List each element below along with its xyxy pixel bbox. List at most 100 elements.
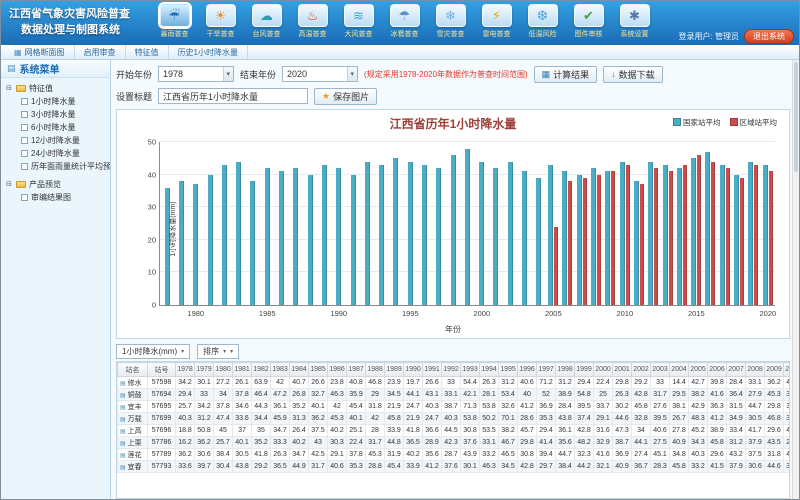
table-row-上栗[interactable]: ▤上栗5778616.236.225.740.135.233.340.24330… (118, 437, 791, 449)
module-图件审核[interactable]: ✔图件审核 (567, 4, 610, 39)
国家站平均-bar-1990 (336, 168, 341, 305)
value-cell: 36.5 (404, 437, 423, 449)
tree-item-3小时降水量[interactable]: 3小时降水量 (6, 108, 110, 121)
module-高温普查[interactable]: ♨高温普查 (291, 4, 334, 39)
checkbox[interactable] (21, 150, 28, 157)
value-cell: 29.1 (328, 449, 347, 461)
value-cell: 37.5 (746, 449, 765, 461)
value-cell: 36.9 (613, 449, 632, 461)
tab-bar: ▦网格断面图启用审查特征值历史1小时降水量 (1, 45, 799, 60)
checkbox[interactable] (21, 98, 28, 105)
table-row-铜鼓[interactable]: ▤铜鼓5769429.4333437.846.447.226.832.746.3… (118, 389, 791, 401)
tree-item-label: 12小时降水量 (31, 135, 80, 146)
value-cell: 47.4 (214, 413, 233, 425)
checkbox[interactable] (21, 163, 28, 170)
value-cell: 38.9 (556, 389, 575, 401)
tree-item-6小时降水量[interactable]: 6小时降水量 (6, 121, 110, 134)
value-cell: 33.2 (689, 461, 708, 473)
calc-result-button[interactable]: ▦ 计算结果 (534, 66, 598, 83)
station-name: ▤宜丰 (118, 401, 148, 413)
国家站平均-bar-2017 (720, 165, 725, 305)
table-row-莲花[interactable]: ▤莲花5778936.230.638.430.541.826.334.742.5… (118, 449, 791, 461)
module-干旱普查[interactable]: ☀干旱普查 (199, 4, 242, 39)
station-name: ▤宜春 (118, 461, 148, 473)
tab-启用审查[interactable]: 启用审查 (75, 45, 126, 59)
tree-folder-特征值[interactable]: ⊟特征值 (6, 81, 110, 95)
bar-group-2014 (675, 142, 689, 305)
title-controls-row: 设置标题 ★ 保存图片 (116, 85, 790, 107)
menu-icon: ▤ (7, 63, 16, 74)
国家站平均-bar-1989 (322, 165, 327, 305)
value-cell: 33 (442, 377, 461, 389)
table-row-宜丰[interactable]: ▤宜丰5769525.734.237.834.644.336.135.240.1… (118, 401, 791, 413)
value-cell: 29.8 (765, 401, 784, 413)
module-低温风险[interactable]: ❆低温风险 (521, 4, 564, 39)
legend-swatch (673, 118, 681, 126)
expand-icon[interactable]: ⊟ (6, 180, 13, 188)
col-year-1978: 1978 (176, 363, 195, 377)
scrollbar-thumb[interactable] (794, 62, 798, 172)
table-row-修水[interactable]: ▤修水5759834.230.127.226.163.94240.726.623… (118, 377, 791, 389)
expand-icon[interactable]: ⊟ (6, 84, 13, 92)
value-cell: 42 (366, 413, 385, 425)
tab-历史1小时降水量[interactable]: 历史1小时降水量 (169, 45, 248, 59)
checkbox[interactable] (21, 137, 28, 144)
国家站平均-bar-1997 (436, 168, 441, 305)
module-冰雹普查[interactable]: ☂冰雹普查 (383, 4, 426, 39)
checkbox[interactable] (21, 194, 28, 201)
bar-group-2009 (603, 142, 617, 305)
table-row-宜春[interactable]: ▤宜春5779333.639.730.443.829.236.544.931.7… (118, 461, 791, 473)
bar-group-1980 (189, 142, 203, 305)
value-cell: 30.1 (195, 377, 214, 389)
tree-item-label: 审编结果图 (31, 192, 71, 203)
module-暴雨普查[interactable]: ☔暴雨普查 (153, 4, 196, 39)
tab-label: 历史1小时降水量 (178, 47, 238, 58)
value-type-select[interactable]: 1小时降水(mm) ▾ (116, 344, 190, 359)
tab-特征值[interactable]: 特征值 (126, 45, 169, 59)
bar-group-1991 (346, 142, 360, 305)
sort-select[interactable]: 排序 ▾ ▾ (197, 344, 239, 359)
bar-group-1987 (289, 142, 303, 305)
save-image-button[interactable]: ★ 保存图片 (314, 88, 377, 105)
sort-label: 排序 (203, 346, 219, 357)
table-row-上高[interactable]: ▤上高5769618.850.845373534.726.437.540.225… (118, 425, 791, 437)
tree-item-24小时降水量[interactable]: 24小时降水量 (6, 147, 110, 160)
value-cell: 29.5 (670, 389, 689, 401)
checkbox[interactable] (21, 111, 28, 118)
value-cell: 41.2 (423, 461, 442, 473)
checkbox[interactable] (21, 124, 28, 131)
value-cell: 34.5 (499, 461, 518, 473)
value-cell: 40.2 (328, 425, 347, 437)
tree-item-1小时降水量[interactable]: 1小时降水量 (6, 95, 110, 108)
station-data-table-wrap[interactable]: 站名站号197819791980198119821983198419851986… (116, 361, 790, 499)
value-cell: 40.1 (347, 413, 366, 425)
tree-item-历年面雨量统计平均预览[interactable]: 历年面雨量统计平均预览 (6, 160, 110, 173)
logout-button[interactable]: 退出系统 (744, 29, 794, 44)
vertical-scrollbar[interactable] (792, 60, 799, 499)
value-cell: 31.2 (499, 377, 518, 389)
data-download-button[interactable]: ↓ 数据下载 (603, 66, 663, 83)
station-name: ▤上栗 (118, 437, 148, 449)
module-系统设置[interactable]: ✱系统设置 (613, 4, 656, 39)
module-雪灾普查[interactable]: ❄雪灾普查 (429, 4, 472, 39)
end-year-select[interactable]: 2020 ▾ (282, 66, 358, 82)
module-台风普查[interactable]: ☁台风普查 (245, 4, 288, 39)
tab-网格断面图[interactable]: ▦网格断面图 (5, 45, 75, 59)
module-大风普查[interactable]: ≋大风普查 (337, 4, 380, 39)
download-icon: ↓ (611, 69, 616, 79)
tree-item-12小时降水量[interactable]: 12小时降水量 (6, 134, 110, 147)
start-year-select[interactable]: 1978 ▾ (158, 66, 234, 82)
module-雷电普查[interactable]: ⚡雷电普查 (475, 4, 518, 39)
save-image-label: 保存图片 (333, 90, 369, 103)
tree-folder-产品预览[interactable]: ⊟产品预览 (6, 177, 110, 191)
chart-title-input[interactable] (158, 88, 308, 104)
value-cell: 35.8 (784, 461, 791, 473)
star-icon: ★ (322, 91, 330, 102)
module-label: 雷电普查 (475, 29, 518, 39)
value-cell: 42.1 (461, 389, 480, 401)
table-row-万载[interactable]: ▤万载5769940.331.247.433.634.445.931.336.2… (118, 413, 791, 425)
value-cell: 36.5 (271, 461, 290, 473)
tree-item-审编结果图[interactable]: 审编结果图 (6, 191, 110, 204)
value-cell: 41.8 (252, 449, 271, 461)
value-cell: 43.8 (233, 461, 252, 473)
